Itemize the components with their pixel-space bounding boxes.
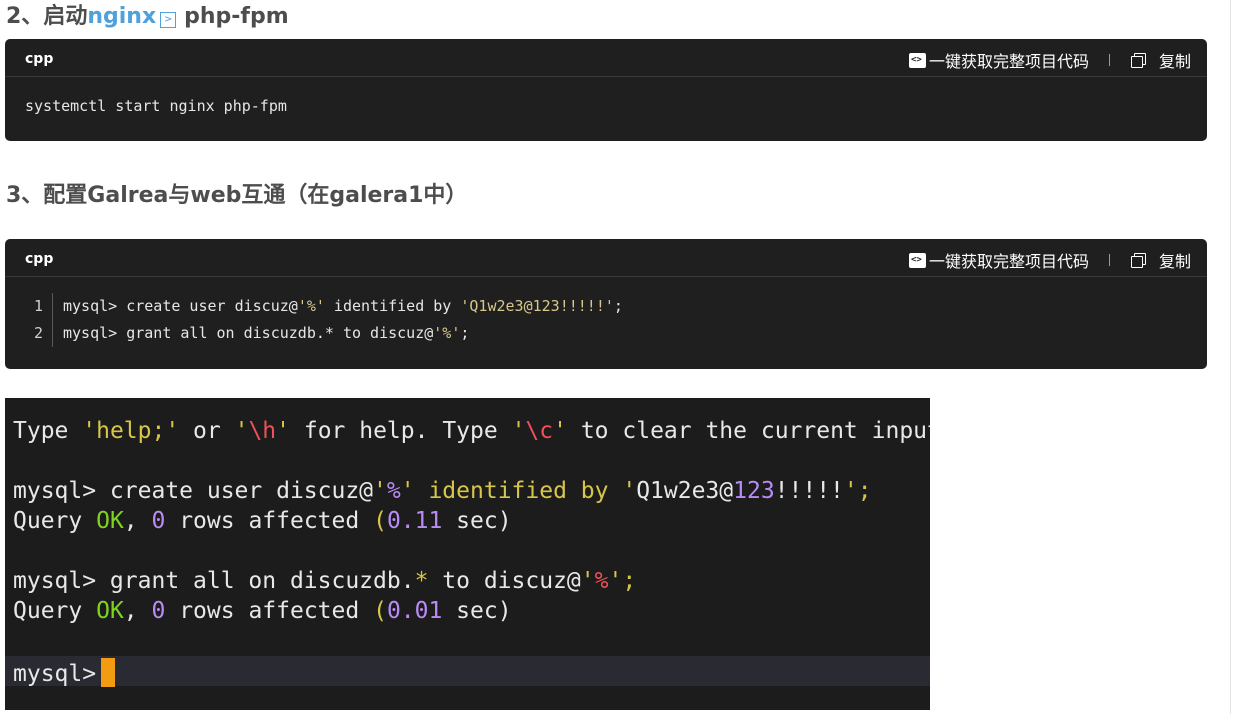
- project-code-icon[interactable]: [908, 252, 926, 268]
- code-string: '%': [297, 297, 325, 315]
- terminal-text-segment: sec): [442, 598, 512, 624]
- terminal-text-segment: OK: [96, 508, 124, 534]
- heading-number: 2、: [6, 4, 44, 29]
- code-language: cpp: [25, 251, 54, 267]
- terminal-text-segment: mysql> create user discuz@: [13, 478, 374, 504]
- copy-button[interactable]: 复制: [1159, 48, 1191, 72]
- content-edge-divider: [1230, 0, 1231, 714]
- code-text: identified by: [324, 297, 461, 315]
- terminal-text-segment: rows affected: [165, 598, 374, 624]
- code-language: cpp: [25, 51, 54, 67]
- terminal-text-segment: ': [622, 478, 637, 504]
- code-text: ;: [613, 297, 623, 315]
- terminal-screenshot: Type 'help;' or '\h' for help. Type '\c'…: [5, 398, 930, 710]
- terminal-prompt-row: [5, 656, 930, 686]
- terminal-text-segment: ': [580, 568, 595, 594]
- terminal-icon: >: [160, 12, 177, 28]
- get-project-code-button[interactable]: 一键获取完整项目代码: [929, 48, 1089, 72]
- code-text: mysql> grant all on discuzdb.* to discuz…: [63, 324, 434, 342]
- terminal-text-segment: *: [414, 568, 429, 594]
- tool-divider: [1108, 54, 1110, 66]
- terminal-text-segment: identified by: [414, 478, 623, 504]
- code-block-header: cpp 一键获取完整项目代码 复制: [5, 39, 1207, 77]
- line-number: 2: [5, 320, 53, 347]
- heading-prefix: 启动: [43, 4, 88, 29]
- terminal-text-segment: to clear the current input: [566, 418, 930, 444]
- terminal-text-segment: OK: [96, 598, 124, 624]
- code-string: 'Q1w2e3@123!!!!!': [460, 297, 614, 315]
- terminal-text-segment: 0.01: [386, 598, 443, 624]
- terminal-text-segment: ': [373, 478, 387, 504]
- terminal-text-segment: 123: [733, 478, 775, 504]
- terminal-text-segment: (: [373, 508, 387, 534]
- terminal-text-segment: ': [276, 418, 290, 444]
- terminal-text-segment: rows affected: [165, 508, 374, 534]
- terminal-text-segment: ': [553, 418, 567, 444]
- terminal-result-2: Query OK, 0 rows affected (0.01 sec): [13, 598, 512, 624]
- copy-icon[interactable]: [1130, 252, 1146, 268]
- terminal-text-segment: \c: [525, 418, 554, 444]
- code-line-2: 2 mysql> grant all on discuzdb.* to discu…: [5, 320, 469, 347]
- code-text: ;: [460, 324, 470, 342]
- terminal-text-segment: 'help;': [82, 418, 180, 444]
- code-block-2: cpp 一键获取完整项目代码 复制 1 mysql> create user di…: [5, 239, 1207, 369]
- terminal-text-segment: ,: [123, 598, 152, 624]
- terminal-text-segment: Query: [13, 508, 97, 534]
- terminal-command-2: mysql> grant all on discuzdb.* to discuz…: [13, 568, 636, 594]
- copy-icon[interactable]: [1130, 52, 1146, 68]
- terminal-help-line: Type 'help;' or '\h' for help. Type '\c'…: [13, 418, 930, 444]
- terminal-text-segment: or: [179, 418, 235, 444]
- terminal-cursor: [101, 658, 116, 687]
- terminal-prompt-line: mysql>: [13, 658, 116, 687]
- project-code-icon[interactable]: [908, 52, 926, 68]
- code-text: mysql> create user discuz@: [63, 297, 298, 315]
- code-block-1: cpp 一键获取完整项目代码 复制 systemctl start nginx …: [5, 39, 1207, 141]
- nginx-link[interactable]: nginx: [87, 4, 156, 29]
- copy-button[interactable]: 复制: [1159, 248, 1191, 272]
- terminal-text-segment: ;: [857, 478, 872, 504]
- terminal-text-segment: ': [511, 418, 526, 444]
- terminal-text-segment: %: [594, 568, 609, 594]
- code-block-header: cpp 一键获取完整项目代码 复制: [5, 239, 1207, 277]
- code-line-1: 1 mysql> create user discuz@'%' identifie…: [5, 293, 623, 320]
- terminal-text-segment: ': [234, 418, 249, 444]
- section-heading-3: 3、配置Galrea与web互通（在galera1中）: [6, 183, 468, 208]
- line-number: 1: [5, 293, 53, 320]
- section-heading-2: 2、启动nginx > php-fpm: [6, 0, 289, 30]
- terminal-text-segment: to discuz@: [428, 568, 581, 594]
- terminal-text-segment: for help. Type: [290, 418, 512, 444]
- code-line: systemctl start nginx php-fpm: [25, 97, 287, 115]
- terminal-text-segment: sec): [442, 508, 512, 534]
- code-tools: 一键获取完整项目代码 复制: [908, 48, 1191, 72]
- terminal-text-segment: ,: [123, 508, 152, 534]
- terminal-command-1: mysql> create user discuz@'%' identified…: [13, 478, 872, 504]
- terminal-text-segment: 0: [151, 598, 166, 624]
- terminal-text-segment: Query: [13, 598, 97, 624]
- terminal-text-segment: (: [373, 598, 387, 624]
- terminal-text-segment: 0: [151, 508, 166, 534]
- terminal-text-segment: 0.11: [386, 508, 443, 534]
- terminal-text-segment: Type: [13, 418, 83, 444]
- terminal-prompt: mysql>: [13, 661, 97, 687]
- terminal-text-segment: mysql> grant all on discuzdb.: [13, 568, 415, 594]
- terminal-text-segment: \h: [248, 418, 277, 444]
- terminal-text-segment: ': [400, 478, 415, 504]
- terminal-text-segment: ': [843, 478, 858, 504]
- tool-divider: [1108, 254, 1110, 266]
- terminal-text-segment: %: [386, 478, 401, 504]
- terminal-text-segment: ;: [622, 568, 637, 594]
- terminal-text-segment: ': [608, 568, 623, 594]
- get-project-code-button[interactable]: 一键获取完整项目代码: [929, 248, 1089, 272]
- terminal-result-1: Query OK, 0 rows affected (0.11 sec): [13, 508, 512, 534]
- terminal-text-segment: Q1w2e3@: [636, 478, 734, 504]
- terminal-text-segment: !!!!!: [774, 478, 844, 504]
- heading-suffix: php-fpm: [184, 4, 289, 29]
- code-tools: 一键获取完整项目代码 复制: [908, 248, 1191, 272]
- code-string: '%': [433, 324, 461, 342]
